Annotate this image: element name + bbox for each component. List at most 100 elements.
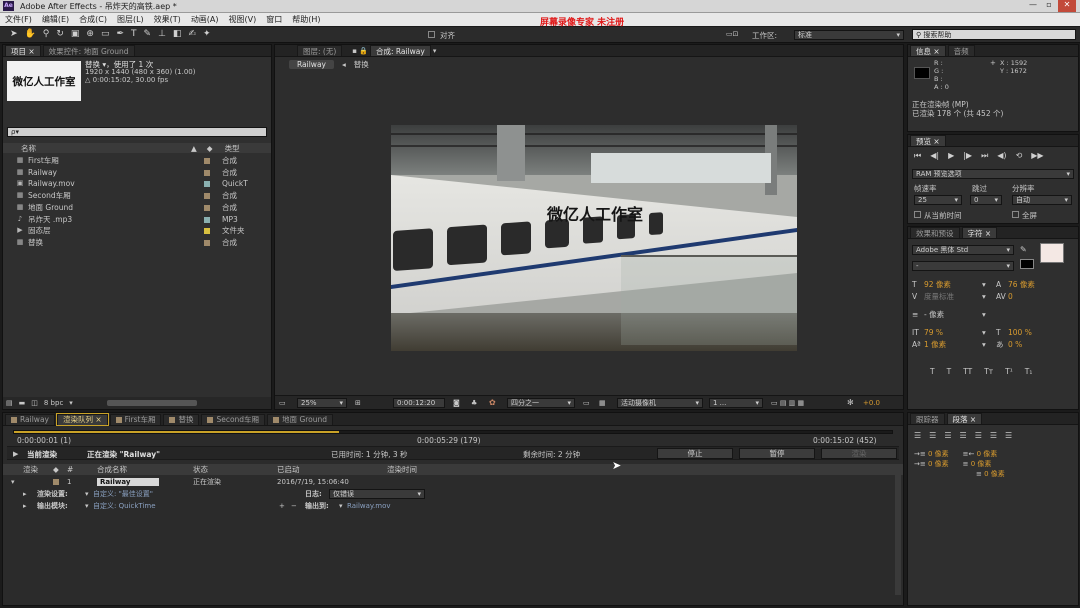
font-style-select[interactable]: - ▾ <box>912 261 1014 271</box>
expand-arrow-icon[interactable]: ▸ <box>23 502 37 510</box>
audio-icon[interactable]: ◀) <box>997 151 1006 161</box>
project-item[interactable]: ▦ Railway 合成 <box>3 167 271 178</box>
views-select[interactable]: 1 ... ▾ <box>709 398 763 408</box>
eyedropper-icon[interactable]: ✎ <box>1020 245 1027 254</box>
justify-center-icon[interactable]: ☰ <box>975 431 982 440</box>
resolution-select[interactable]: 四分之一 ▾ <box>507 398 575 408</box>
align-center-icon[interactable]: ☰ <box>929 431 936 440</box>
col-name[interactable]: 名称 <box>21 143 191 154</box>
ram-preview-options[interactable]: RAM 预览选项 ▾ <box>912 169 1074 179</box>
tab-info[interactable]: 信息 × <box>910 45 946 56</box>
justify-right-icon[interactable]: ☰ <box>990 431 997 440</box>
indent-first-value[interactable]: 0 像素 <box>928 460 949 468</box>
justify-left-icon[interactable]: ☰ <box>960 431 967 440</box>
pause-button[interactable]: 暂停 <box>739 448 815 459</box>
stroke-color-swatch[interactable] <box>1020 259 1034 269</box>
camera-select[interactable]: 活动摄像机 ▾ <box>617 398 703 408</box>
space-before-value[interactable]: 0 像素 <box>971 460 992 468</box>
small-caps-button[interactable]: Tт <box>984 367 993 376</box>
tab-effects-presets[interactable]: 效果和预设 <box>910 227 960 238</box>
tab-audio[interactable]: 音频 <box>947 45 975 56</box>
align-checkbox[interactable] <box>428 31 435 38</box>
type-tool-icon[interactable]: T <box>131 29 137 39</box>
project-item[interactable]: ♪ 吊炸天 .mp3 MP3 <box>3 214 271 225</box>
resolution-select[interactable]: 自动 ▾ <box>1012 195 1072 205</box>
comp-dropdown-icon[interactable]: ▾ <box>433 47 437 55</box>
transparency-grid-icon[interactable]: ▦ <box>599 399 606 407</box>
space-after-value[interactable]: 0 像素 <box>984 470 1005 478</box>
tab-railway[interactable]: Railway <box>5 413 55 425</box>
from-current-checkbox[interactable] <box>914 211 921 218</box>
zoom-select[interactable]: 25% ▾ <box>297 398 347 408</box>
label-swatch[interactable] <box>204 215 222 224</box>
bpc-label[interactable]: 8 bpc <box>44 399 63 407</box>
puppet-tool-icon[interactable]: ✦ <box>203 29 211 39</box>
loop-icon[interactable]: ⟲ <box>1016 151 1023 161</box>
baseline-shift-value[interactable]: 1 像素 <box>924 339 982 350</box>
menu-window[interactable]: 窗口 <box>266 14 282 25</box>
superscript-button[interactable]: T¹ <box>1005 367 1013 376</box>
new-comp-icon[interactable]: ◫ <box>31 399 38 407</box>
interpret-footage-icon[interactable]: ▤ <box>6 399 13 407</box>
tab-replace[interactable]: 替换 <box>163 413 200 425</box>
composition-canvas[interactable]: 微亿人工作室 <box>391 125 797 351</box>
menu-layer[interactable]: 图层(L) <box>117 14 144 25</box>
roto-brush-icon[interactable]: ✍ <box>188 29 196 39</box>
always-preview-icon[interactable]: ▭ <box>279 399 286 407</box>
log-select[interactable]: 仅错误 ▾ <box>329 488 425 499</box>
render-item-row[interactable]: ▾ 1 Railway 正在渲染 2016/7/19, 15:06:40 <box>3 476 903 487</box>
tab-layer[interactable]: 图层: (无) <box>297 45 343 56</box>
workspace-select[interactable]: 标准 ▾ <box>794 30 904 40</box>
label-swatch[interactable] <box>204 191 222 200</box>
brush-tool-icon[interactable]: ✎ <box>144 29 152 39</box>
maximize-button[interactable]: ▫ <box>1042 0 1056 12</box>
channel-icon[interactable]: ✿ <box>489 398 496 407</box>
menu-edit[interactable]: 编辑(E) <box>42 14 69 25</box>
item-comp-name[interactable]: Railway <box>97 477 159 486</box>
fullscreen-checkbox[interactable] <box>1012 211 1019 218</box>
menu-view[interactable]: 视图(V) <box>229 14 257 25</box>
vertical-scale-value[interactable]: 79 % <box>924 328 982 337</box>
menu-animation[interactable]: 动画(A) <box>191 14 219 25</box>
project-search-input[interactable]: ρ▾ <box>7 127 267 137</box>
tab-first-car[interactable]: First车厢 <box>109 413 162 425</box>
align-left-icon[interactable]: ☰ <box>914 431 921 440</box>
indent-left-value[interactable]: 0 像素 <box>928 450 949 458</box>
all-caps-button[interactable]: TT <box>963 367 972 376</box>
menu-file[interactable]: 文件(F) <box>5 14 32 25</box>
leading-value[interactable]: 76 像素 <box>1008 279 1035 290</box>
font-family-select[interactable]: Adobe 黑体 Std ▾ <box>912 245 1014 255</box>
project-item[interactable]: ▶ 固态层 文件夹 <box>3 225 271 236</box>
close-button[interactable]: ✕ <box>1058 0 1076 12</box>
remove-output-icon[interactable]: − <box>291 502 305 510</box>
label-swatch[interactable] <box>204 238 222 247</box>
output-to-value[interactable]: Railway.mov <box>347 502 391 510</box>
add-output-icon[interactable]: + <box>279 502 291 510</box>
breadcrumb-replace[interactable]: 替换 <box>354 59 369 70</box>
eraser-tool-icon[interactable]: ◧ <box>173 29 182 39</box>
label-swatch[interactable] <box>204 203 222 212</box>
tab-preview[interactable]: 预览 × <box>910 135 946 146</box>
tracking-value[interactable]: 0 <box>1008 292 1013 301</box>
delete-icon[interactable]: ▾ <box>69 399 73 407</box>
stroke-width-value[interactable]: - 像素 <box>924 309 982 320</box>
subscript-button[interactable]: T₁ <box>1025 367 1033 376</box>
breadcrumb-railway[interactable]: Railway <box>289 60 334 69</box>
search-help-input[interactable]: ⚲ 搜索帮助 <box>912 29 1076 40</box>
menu-help[interactable]: 帮助(H) <box>292 14 320 25</box>
pan-behind-tool-icon[interactable]: ⊕ <box>86 29 94 39</box>
next-frame-icon[interactable]: |▶ <box>963 151 972 161</box>
label-swatch[interactable] <box>204 168 222 177</box>
fps-select[interactable]: 25 ▾ <box>914 195 962 205</box>
selection-tool-icon[interactable]: ➤ <box>10 29 18 39</box>
menu-effect[interactable]: 效果(T) <box>154 14 181 25</box>
project-item[interactable]: ▦ 地面 Ground 合成 <box>3 202 271 213</box>
output-module-value[interactable]: 自定义: QuickTime <box>93 501 279 511</box>
fill-color-swatch[interactable] <box>1040 243 1064 263</box>
justify-all-icon[interactable]: ☰ <box>1005 431 1012 440</box>
tab-effect-controls[interactable]: 效果控件: 地面 Ground <box>42 45 135 56</box>
faux-bold-button[interactable]: T <box>930 367 935 376</box>
last-frame-icon[interactable]: ⏭ <box>981 151 988 161</box>
clone-tool-icon[interactable]: ⊥ <box>158 29 166 39</box>
tab-second-car[interactable]: Second车厢 <box>201 413 266 425</box>
